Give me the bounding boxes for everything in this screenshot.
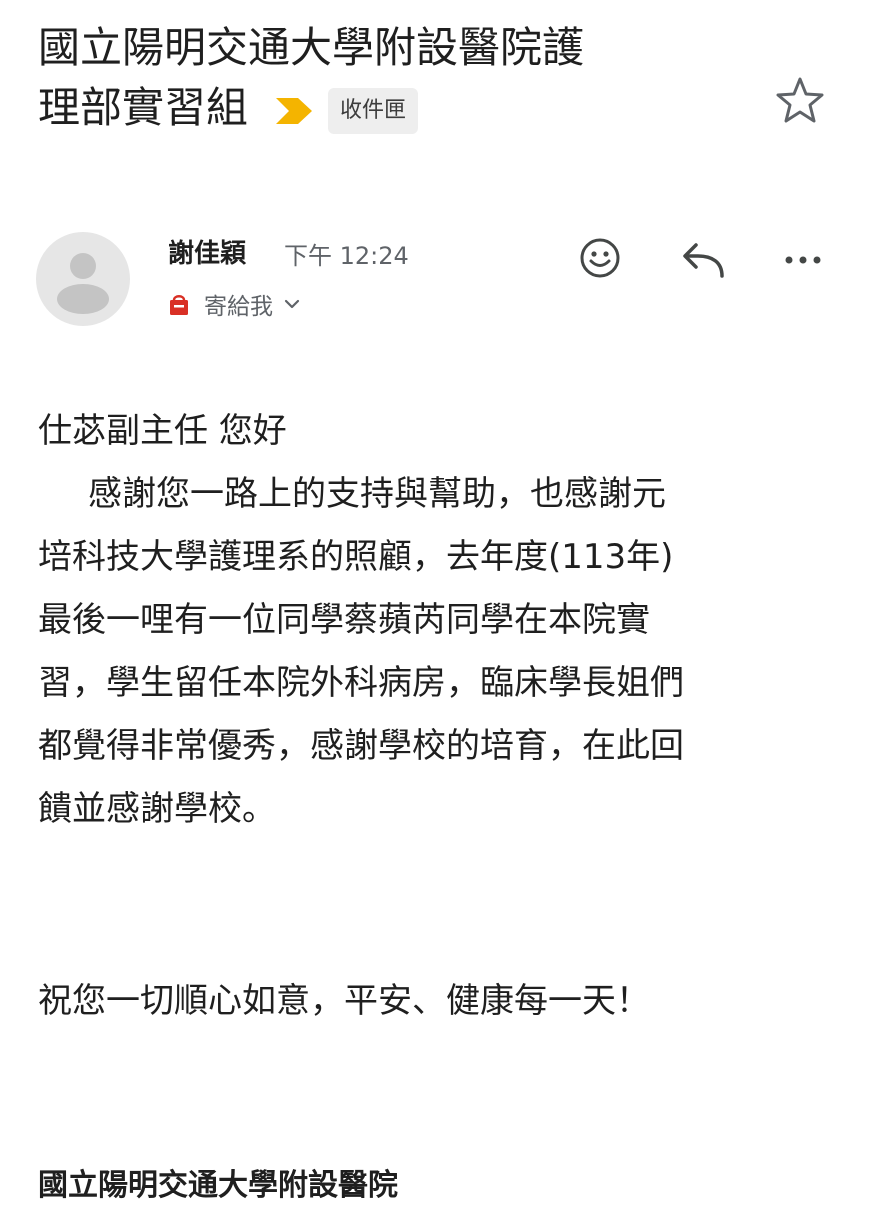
body-greeting: 仕苾副主任 您好	[38, 411, 287, 451]
subject-line-1: 國立陽明交通大學附設醫院護	[38, 23, 585, 72]
subject-line-2: 理部實習組 收件匣	[38, 78, 738, 138]
body-line-2: 培科技大學護理系的照顧，去年度(113年)	[38, 537, 674, 577]
avatar[interactable]	[36, 232, 130, 326]
sent-time: 下午 12:24	[284, 242, 409, 270]
importance-marker-icon[interactable]	[274, 94, 314, 128]
email-subject: 國立陽明交通大學附設醫院護 理部實習組 收件匣	[38, 18, 738, 138]
recipient-toggle[interactable]: 寄給我	[168, 288, 301, 320]
shopping-bag-tag-icon	[170, 295, 188, 315]
body-line-3: 最後一哩有一位同學蔡蘋芮同學在本院實	[38, 600, 650, 640]
body-closing: 祝您一切順心如意，平安、健康每一天！	[38, 981, 650, 1021]
person-avatar-icon	[57, 253, 109, 314]
subject-line-2-text: 理部實習組	[38, 83, 249, 132]
body-line-6: 饋並感謝學校。	[38, 789, 276, 829]
recipient-label: 寄給我	[204, 294, 273, 320]
inbox-label-chip[interactable]: 收件匣	[328, 87, 419, 134]
star-icon[interactable]	[775, 76, 825, 124]
email-signature: 國立陽明交通大學附設醫院	[38, 1168, 398, 1203]
sender-name[interactable]: 謝佳穎	[168, 233, 246, 270]
smiley-face-icon[interactable]	[578, 236, 622, 280]
email-body: 仕苾副主任 您好 感謝您一路上的支持與幫助，也感謝元 培科技大學護理系的照顧，去…	[38, 400, 838, 841]
reply-arrow-icon[interactable]	[680, 240, 726, 280]
body-line-1: 感謝您一路上的支持與幫助，也感謝元	[88, 474, 666, 514]
body-line-5: 都覺得非常優秀，感謝學校的培育，在此回	[38, 726, 684, 766]
body-line-4: 習，學生留任本院外科病房，臨床學長姐們	[38, 663, 684, 703]
more-horizontal-icon[interactable]	[782, 248, 824, 272]
chevron-down-icon	[284, 299, 300, 309]
